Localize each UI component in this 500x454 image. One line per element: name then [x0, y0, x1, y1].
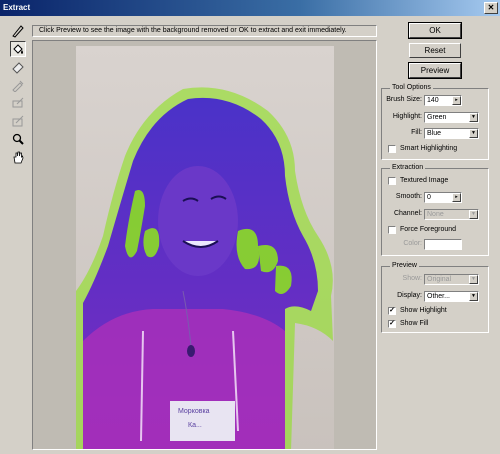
- highlight-value: Green: [427, 114, 447, 121]
- edge-touchup-icon: [12, 115, 24, 127]
- cleanup-tool[interactable]: [10, 95, 26, 111]
- force-foreground-label: Force Foreground: [400, 226, 457, 233]
- highlight-select[interactable]: Green ▼: [424, 112, 479, 123]
- force-foreground-checkbox[interactable]: [388, 226, 396, 234]
- extraction-title: Extraction: [390, 164, 426, 171]
- eraser-tool[interactable]: [10, 59, 26, 75]
- chevron-down-icon: ▼: [469, 292, 478, 301]
- smart-highlighting-checkbox[interactable]: [388, 145, 396, 153]
- chevron-down-icon: ▼: [469, 113, 478, 122]
- edge-highlighter-icon: [12, 25, 24, 38]
- fill-label: Fill:: [411, 129, 422, 136]
- zoom-icon: [12, 133, 24, 145]
- fill-tool[interactable]: [10, 41, 26, 57]
- name-tag-line2: Ка...: [188, 422, 202, 429]
- display-label: Display:: [397, 292, 422, 299]
- ok-button[interactable]: OK: [408, 22, 462, 39]
- preview-button[interactable]: Preview: [408, 62, 462, 79]
- channel-value: None: [427, 211, 444, 218]
- brush-size-input[interactable]: 140 ▸: [424, 95, 462, 106]
- chevron-down-icon: ▼: [469, 210, 478, 219]
- name-tag: [170, 401, 235, 441]
- show-select[interactable]: Original ▼: [424, 274, 479, 285]
- show-value: Original: [427, 276, 452, 283]
- smooth-label: Smooth:: [395, 193, 422, 200]
- display-select[interactable]: Other... ▼: [424, 291, 479, 302]
- reset-button[interactable]: Reset: [409, 43, 461, 58]
- zoom-tool[interactable]: [10, 131, 26, 147]
- show-fill-checkbox[interactable]: ✓: [388, 320, 396, 328]
- fill-icon: [13, 44, 23, 54]
- name-tag-line1: Морковка: [178, 408, 210, 415]
- cleanup-icon: [12, 97, 24, 108]
- show-highlight-checkbox[interactable]: ✓: [388, 307, 396, 315]
- show-fill-label: Show Fill: [400, 320, 429, 327]
- edge-touchup-tool[interactable]: [10, 113, 26, 129]
- brush-size-label: Brush Size:: [386, 96, 422, 103]
- preview-group: Preview Show: Original ▼ Display: Other.…: [381, 262, 489, 333]
- channel-label: Channel:: [393, 210, 422, 217]
- photo-preview: Морковка Ка...: [76, 46, 334, 449]
- window-title: Extract: [3, 3, 31, 12]
- edge-highlighter-tool[interactable]: [10, 23, 26, 39]
- chevron-down-icon: ▼: [469, 129, 478, 138]
- highlight-label: Highlight:: [392, 113, 422, 120]
- smart-highlighting-label: Smart Highlighting: [400, 145, 458, 152]
- fill-select[interactable]: Blue ▼: [424, 128, 479, 139]
- close-button[interactable]: ✕: [484, 2, 498, 14]
- fill-value: Blue: [427, 130, 442, 137]
- tool-options-title: Tool Options: [390, 84, 433, 91]
- eraser-icon: [12, 62, 24, 74]
- face-region: [158, 166, 238, 276]
- brush-size-slider-arrow[interactable]: ▸: [452, 96, 461, 105]
- textured-image-checkbox[interactable]: [388, 177, 396, 185]
- smooth-slider-arrow[interactable]: ▸: [452, 193, 461, 202]
- brush-size-value: 140: [427, 97, 439, 104]
- show-highlight-label: Show Highlight: [400, 307, 447, 314]
- eyedropper-icon: [12, 80, 24, 92]
- tool-options-group: Tool Options Brush Size: 140 ▸ Highlight…: [381, 84, 489, 160]
- necklace-pendant: [187, 345, 195, 357]
- smooth-value: 0: [427, 194, 431, 201]
- color-swatch[interactable]: [424, 239, 462, 250]
- hand-tool[interactable]: [10, 149, 26, 165]
- instruction-text: Click Preview to see the image with the …: [32, 25, 377, 37]
- tool-palette: [10, 23, 28, 164]
- show-label: Show:: [402, 275, 422, 282]
- textured-image-label: Textured Image: [400, 177, 449, 184]
- color-label: Color:: [403, 240, 422, 247]
- chevron-down-icon: ▼: [469, 275, 478, 284]
- preview-title: Preview: [390, 262, 419, 269]
- image-canvas[interactable]: Морковка Ка...: [32, 40, 377, 450]
- title-bar: Extract ✕: [0, 0, 500, 16]
- channel-select[interactable]: None ▼: [424, 209, 479, 220]
- display-value: Other...: [427, 293, 450, 300]
- extraction-group: Extraction Textured Image Smooth: 0 ▸ Ch…: [381, 164, 489, 256]
- smooth-input[interactable]: 0 ▸: [424, 192, 462, 203]
- eyedropper-tool[interactable]: [10, 77, 26, 93]
- hand-icon: [13, 151, 24, 164]
